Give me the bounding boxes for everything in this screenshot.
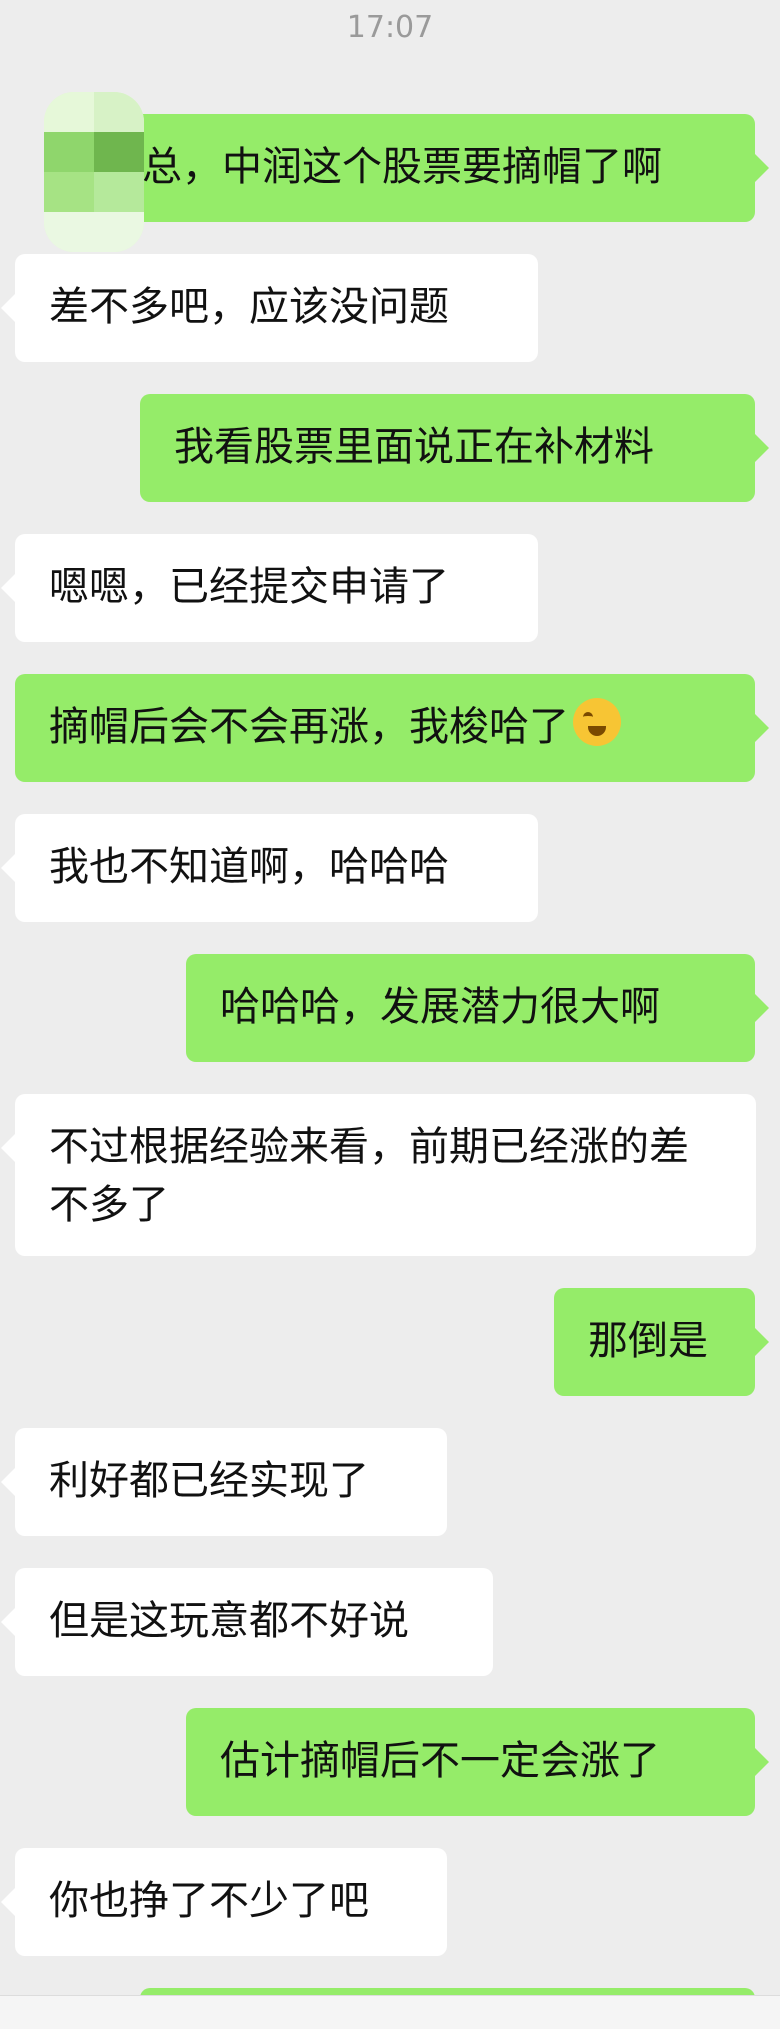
message-text: 不过根据经验来看，前期已经涨的差不多了 — [49, 1124, 689, 1228]
message-bubble-outgoing[interactable]: 总，中润这个股票要摘帽了啊 — [100, 114, 769, 222]
input-bar[interactable] — [0, 1995, 780, 2029]
message-text: 我也不知道啊，哈哈哈 — [49, 844, 449, 890]
message-text: 总，中润这个股票要摘帽了啊 — [142, 144, 662, 190]
message-bubble-incoming[interactable]: 我也不知道啊，哈哈哈 — [1, 814, 538, 922]
message-bubble-outgoing[interactable]: 估计摘帽后不一定会涨了 — [186, 1708, 769, 1816]
message-text: 哈哈哈，发展潜力很大啊 — [220, 984, 660, 1030]
message-bubble-outgoing[interactable]: 摘帽后会不会再涨，我梭哈了 — [15, 674, 769, 782]
message-text: 差不多吧，应该没问题 — [49, 284, 449, 330]
message-bubble-outgoing[interactable]: 哈哈哈，发展潜力很大啊 — [186, 954, 769, 1062]
message-bubble-outgoing[interactable]: 那倒是 — [554, 1288, 769, 1396]
message-text: 那倒是 — [588, 1318, 708, 1364]
message-text: 我看股票里面说正在补材料 — [174, 424, 654, 470]
message-bubble-incoming[interactable]: 嗯嗯，已经提交申请了 — [1, 534, 538, 642]
laughing-crying-emoji-icon — [573, 698, 621, 746]
message-bubble-incoming[interactable]: 你也挣了不少了吧 — [1, 1848, 447, 1956]
pixelated-avatar — [44, 92, 144, 252]
message-text: 但是这玩意都不好说 — [49, 1598, 409, 1644]
message-bubble-outgoing[interactable]: 我看股票里面说正在补材料 — [140, 394, 769, 502]
message-text: 摘帽后会不会再涨，我梭哈了 — [49, 704, 569, 750]
message-bubble-incoming[interactable]: 差不多吧，应该没问题 — [1, 254, 538, 362]
message-text: 你也挣了不少了吧 — [49, 1878, 369, 1924]
message-text: 利好都已经实现了 — [49, 1458, 369, 1504]
message-bubble-incoming[interactable]: 利好都已经实现了 — [1, 1428, 447, 1536]
message-bubble-incoming[interactable]: 但是这玩意都不好说 — [1, 1568, 493, 1676]
message-text: 嗯嗯，已经提交申请了 — [49, 564, 449, 610]
timestamp: 17:07 — [346, 10, 434, 45]
message-bubble-incoming[interactable]: 不过根据经验来看，前期已经涨的差不多了 — [1, 1094, 756, 1256]
message-text: 估计摘帽后不一定会涨了 — [220, 1738, 660, 1784]
